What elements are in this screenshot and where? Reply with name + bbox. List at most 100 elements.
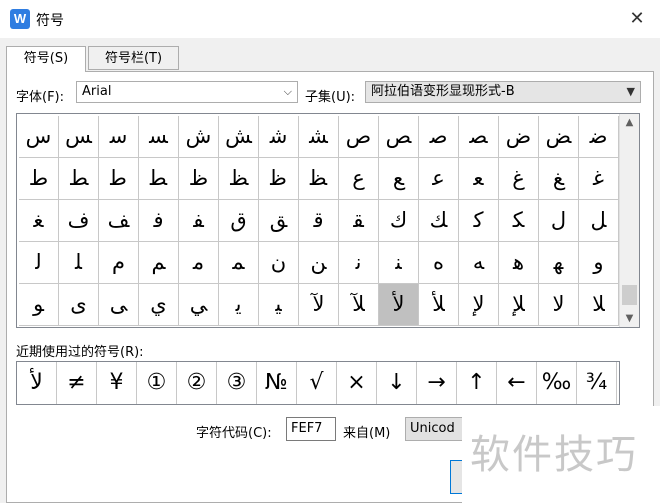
symbol-cell[interactable]: ﻕ [219, 200, 259, 241]
recent-symbol-cell[interactable]: √ [297, 362, 337, 404]
recent-symbol-cell[interactable]: № [257, 362, 297, 404]
symbol-cell[interactable]: ﻫ [499, 242, 539, 283]
symbol-cell[interactable]: ﺶ [219, 116, 259, 157]
symbol-cell[interactable]: ﺷ [259, 116, 299, 157]
symbol-cell[interactable]: ﻖ [259, 200, 299, 241]
symbol-cell[interactable]: ﺲ [59, 116, 99, 157]
insert-button[interactable] [450, 460, 462, 494]
recent-symbol-cell[interactable]: ↓ [377, 362, 417, 404]
symbol-cell[interactable]: ﻣ [179, 242, 219, 283]
scrollbar-thumb[interactable] [622, 285, 637, 305]
symbol-cell[interactable]: ﻁ [19, 158, 59, 199]
symbol-cell[interactable]: ﻝ [539, 200, 579, 241]
recent-symbol-cell[interactable]: ② [177, 362, 217, 404]
symbol-cell[interactable]: ﻉ [339, 158, 379, 199]
symbol-cell[interactable]: ﻛ [459, 200, 499, 241]
close-button[interactable]: ✕ [624, 6, 650, 32]
symbol-cell[interactable]: ﻆ [219, 158, 259, 199]
symbol-cell[interactable]: ﻤ [219, 242, 259, 283]
symbol-cell[interactable]: ﺽ [499, 116, 539, 157]
symbol-cell[interactable]: ﻘ [339, 200, 379, 241]
symbol-cell[interactable]: ﻙ [379, 200, 419, 241]
symbol-cell[interactable]: ﻸ [419, 284, 459, 325]
symbol-cell[interactable]: ﻜ [499, 200, 539, 241]
symbol-cell[interactable]: ﻲ [179, 284, 219, 325]
recent-symbol-cell[interactable]: ≠ [57, 362, 97, 404]
symbol-cell[interactable]: ﻅ [179, 158, 219, 199]
symbol-cell[interactable]: ﻱ [139, 284, 179, 325]
symbol-cell[interactable]: ﻥ [259, 242, 299, 283]
scroll-down-icon[interactable]: ▼ [620, 310, 639, 327]
symbol-cell[interactable]: ﻹ [459, 284, 499, 325]
symbol-cell[interactable]: ﻒ [99, 200, 139, 241]
symbol-cell[interactable]: ﻴ [259, 284, 299, 325]
symbol-cell[interactable]: ﻟ [19, 242, 59, 283]
symbol-cell[interactable]: ﻍ [499, 158, 539, 199]
symbol-cell[interactable]: ﻯ [59, 284, 99, 325]
symbol-cell[interactable]: ﺾ [539, 116, 579, 157]
symbol-cell[interactable]: ﻻ [539, 284, 579, 325]
symbol-cell[interactable]: ﻨ [379, 242, 419, 283]
symbol-cell[interactable]: ﻞ [579, 200, 619, 241]
symbol-cell[interactable]: ﻮ [19, 284, 59, 325]
symbol-cell[interactable]: ﻐ [19, 200, 59, 241]
recent-symbol-cell[interactable]: ← [497, 362, 537, 404]
char-code-input[interactable]: FEF7 [286, 417, 336, 441]
symbol-cell[interactable]: ﻺ [499, 284, 539, 325]
subset-select[interactable]: 阿拉伯语变形显现形式-B ▼ [365, 81, 641, 103]
symbol-cell[interactable]: ﺳ [99, 116, 139, 157]
recent-symbol-cell[interactable]: ﻷ [17, 362, 57, 404]
tab-symbol-bar[interactable]: 符号栏(T) [88, 46, 179, 70]
symbol-cell[interactable]: ﺸ [299, 116, 339, 157]
symbol-cell[interactable]: ﺴ [139, 116, 179, 157]
symbol-cell[interactable]: ﻩ [419, 242, 459, 283]
recent-symbol-cell[interactable]: ¥ [97, 362, 137, 404]
symbol-cell[interactable]: ﻡ [99, 242, 139, 283]
symbol-cell[interactable]: ﻰ [99, 284, 139, 325]
symbol-cell[interactable]: ﻎ [539, 158, 579, 199]
symbol-cell[interactable]: ﻶ [339, 284, 379, 325]
symbol-cell[interactable]: ﻪ [459, 242, 499, 283]
symbol-cell[interactable]: ﺹ [339, 116, 379, 157]
recent-symbol-cell[interactable]: × [337, 362, 377, 404]
symbol-cell[interactable]: ﻠ [59, 242, 99, 283]
symbol-cell[interactable]: ﻑ [59, 200, 99, 241]
symbol-cell[interactable]: ﺻ [419, 116, 459, 157]
scroll-up-icon[interactable]: ▲ [620, 114, 639, 131]
symbol-cell[interactable]: ﻇ [259, 158, 299, 199]
symbol-cell[interactable]: ﻋ [419, 158, 459, 199]
symbol-cell[interactable]: ﻊ [379, 158, 419, 199]
symbol-cell[interactable]: ﻼ [579, 284, 619, 325]
symbol-cell[interactable]: ﻧ [339, 242, 379, 283]
symbol-cell[interactable]: ﻵ [299, 284, 339, 325]
symbol-cell[interactable]: ﺱ [19, 116, 59, 157]
symbol-cell[interactable]: ﻈ [299, 158, 339, 199]
symbol-grid-scrollbar[interactable]: ▲ ▼ [619, 114, 639, 327]
font-select[interactable]: Arial ⌵ [76, 81, 298, 103]
symbol-cell[interactable]: ﺼ [459, 116, 499, 157]
tab-symbols[interactable]: 符号(S) [6, 46, 86, 72]
symbol-cell[interactable]: ﻂ [59, 158, 99, 199]
recent-symbol-cell[interactable]: ↑ [457, 362, 497, 404]
symbol-cell[interactable]: ﻭ [579, 242, 619, 283]
symbol-cell[interactable]: ﻄ [139, 158, 179, 199]
recent-symbol-cell[interactable]: ¾ [577, 362, 617, 404]
symbol-cell[interactable]: ﻷ [379, 284, 419, 325]
symbol-cell[interactable]: ﻏ [579, 158, 619, 199]
recent-symbol-cell[interactable]: ③ [217, 362, 257, 404]
symbol-cell[interactable]: ﻦ [299, 242, 339, 283]
recent-symbol-cell[interactable]: ① [137, 362, 177, 404]
symbol-cell[interactable]: ﻚ [419, 200, 459, 241]
symbol-cell[interactable]: ﻃ [99, 158, 139, 199]
symbol-cell[interactable]: ﺿ [579, 116, 619, 157]
symbol-cell[interactable]: ﻳ [219, 284, 259, 325]
symbol-cell[interactable]: ﻬ [539, 242, 579, 283]
symbol-cell[interactable]: ﺵ [179, 116, 219, 157]
symbol-cell[interactable]: ﻌ [459, 158, 499, 199]
recent-symbol-cell[interactable]: → [417, 362, 457, 404]
symbol-cell[interactable]: ﻢ [139, 242, 179, 283]
symbol-cell[interactable]: ﻔ [179, 200, 219, 241]
symbol-cell[interactable]: ﻗ [299, 200, 339, 241]
symbol-cell[interactable]: ﻓ [139, 200, 179, 241]
symbol-cell[interactable]: ﺺ [379, 116, 419, 157]
